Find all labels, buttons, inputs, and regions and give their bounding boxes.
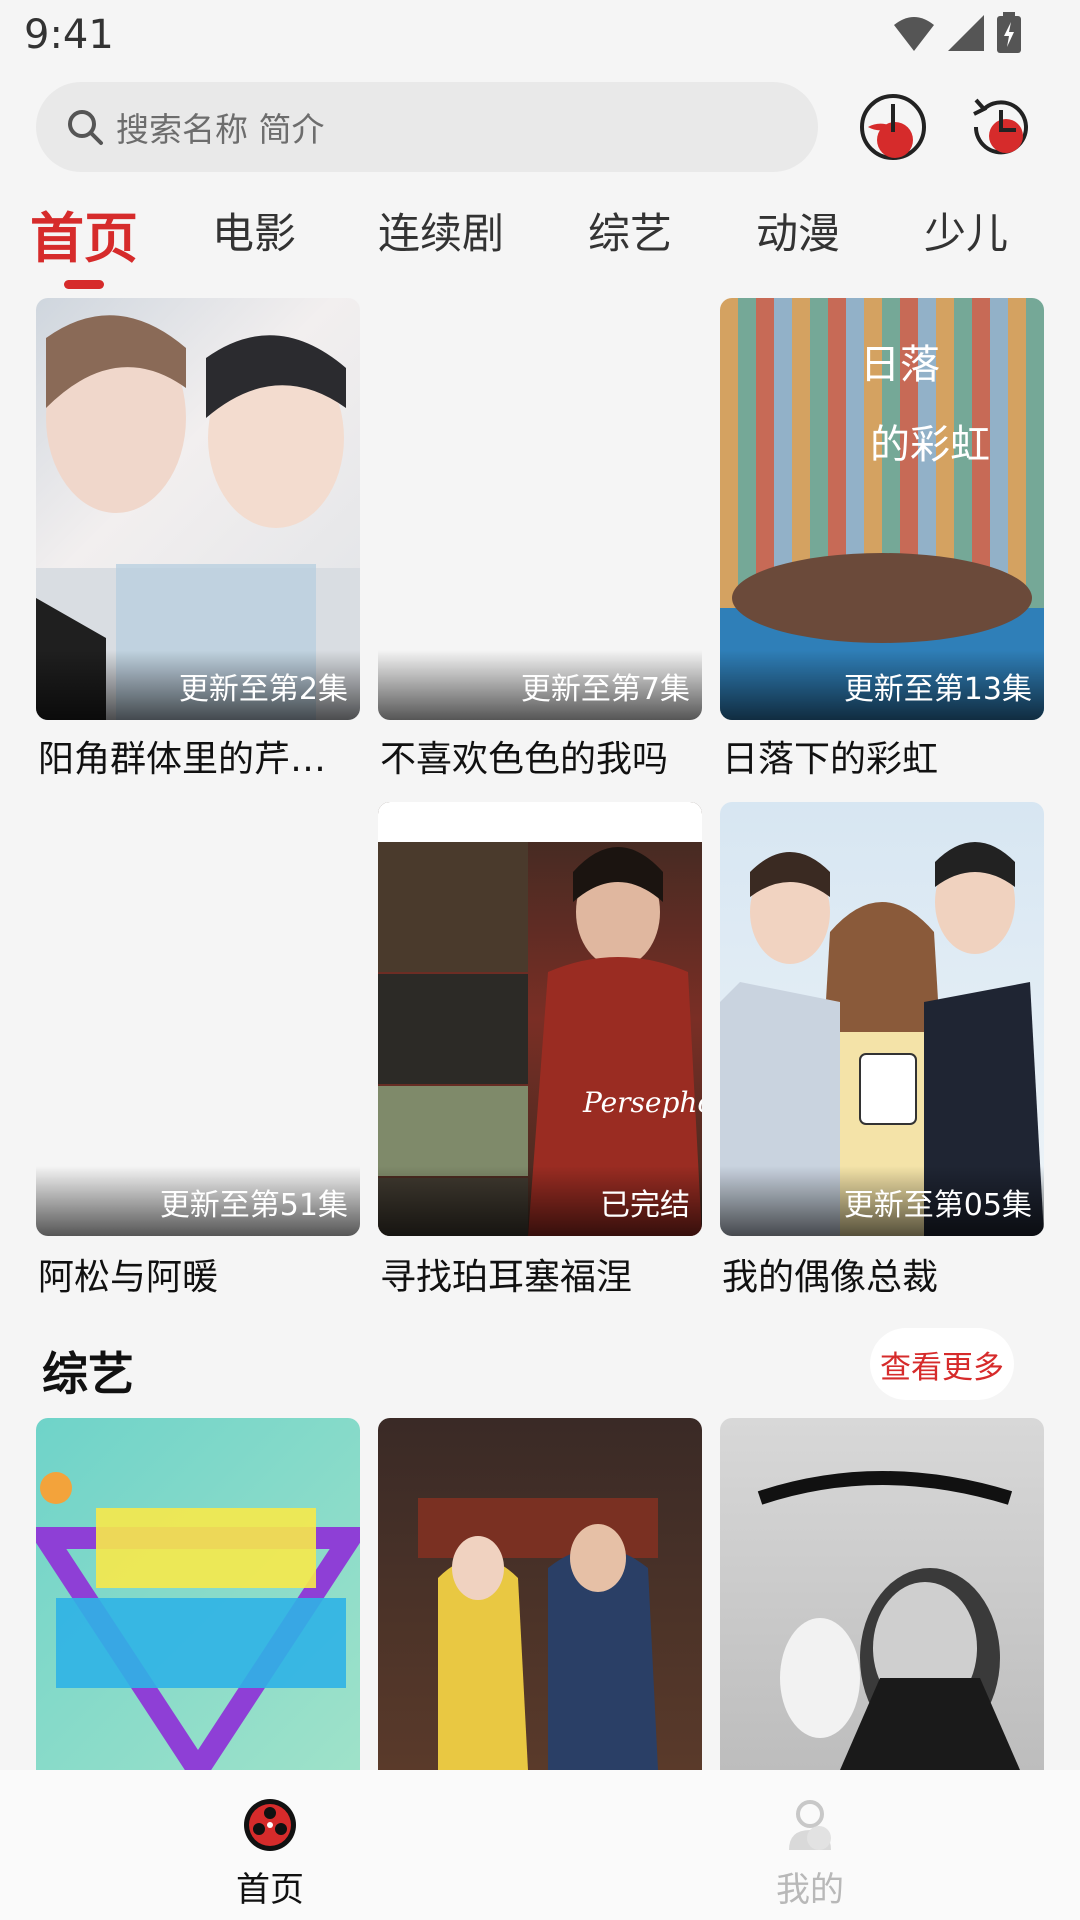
search-input[interactable]: 搜索名称 简介: [36, 82, 818, 172]
history-icon[interactable]: [966, 92, 1036, 162]
variety-poster[interactable]: [720, 1418, 1044, 1770]
variety-poster[interactable]: [378, 1418, 702, 1770]
top-bar: 搜索名称 简介: [0, 82, 1080, 172]
nav-mine[interactable]: 我的: [740, 1796, 880, 1911]
nav-home[interactable]: 首页: [200, 1796, 340, 1911]
svg-text:的彩虹: 的彩虹: [870, 422, 990, 468]
poster-art: [757, 1471, 1020, 1770]
video-title[interactable]: 不喜欢色色的我吗: [380, 730, 704, 782]
variety-poster[interactable]: [36, 1418, 360, 1770]
video-title[interactable]: 日落下的彩虹: [722, 730, 1046, 782]
video-title[interactable]: 寻找珀耳塞福涅: [380, 1248, 704, 1300]
wifi-icon: [894, 17, 934, 51]
status-time: 9:41: [24, 12, 114, 58]
episode-badge: 更新至第51集: [159, 1188, 348, 1223]
bottom-nav: 首页 我的: [0, 1770, 1080, 1920]
nav-home-label: 首页: [236, 1870, 304, 1910]
battery-icon: [997, 12, 1021, 53]
svg-text:Persephone: Persephone: [582, 1086, 702, 1119]
tab-kids[interactable]: 少儿: [924, 200, 1008, 261]
tab-indicator: [64, 280, 104, 289]
poster-image[interactable]: Persephone 已完结: [378, 802, 702, 1236]
tab-anime[interactable]: 动漫: [756, 200, 840, 261]
see-more-button[interactable]: 查看更多: [870, 1328, 1014, 1400]
poster-art: [36, 1472, 360, 1770]
video-title[interactable]: 阿松与阿暖: [38, 1248, 362, 1300]
svg-text:日落: 日落: [860, 342, 940, 388]
episode-badge: 已完结: [600, 1188, 690, 1223]
poster-image[interactable]: 更新至第51集: [36, 802, 360, 1236]
episode-badge: 更新至第2集: [178, 672, 348, 707]
category-tabs: 首页 电影 连续剧 综艺 动漫 少儿: [0, 200, 1080, 290]
film-reel-icon: [244, 1799, 296, 1851]
episode-badge: 更新至第13集: [843, 672, 1032, 707]
search-placeholder: 搜索名称 简介: [116, 110, 325, 149]
poster-art: [418, 1498, 658, 1770]
episode-badge: 更新至第7集: [520, 672, 690, 707]
tab-movies[interactable]: 电影: [212, 200, 296, 261]
tab-home[interactable]: 首页: [30, 194, 138, 273]
tab-variety[interactable]: 综艺: [588, 200, 672, 261]
signal-icon: [948, 15, 984, 51]
download-clock-icon[interactable]: [858, 92, 928, 162]
poster-image[interactable]: 更新至第2集: [36, 298, 360, 720]
video-title[interactable]: 阳角群体里的芹…: [38, 730, 362, 782]
poster-image[interactable]: 日落 的彩虹 更新至第13集: [720, 298, 1044, 720]
search-icon: [68, 110, 103, 145]
status-icons: [892, 12, 1022, 54]
section-title: 综艺: [42, 1347, 134, 1401]
video-title[interactable]: 我的偶像总裁: [722, 1248, 1046, 1300]
poster-image[interactable]: 更新至第05集: [720, 802, 1044, 1236]
nav-mine-label: 我的: [776, 1870, 844, 1910]
user-icon: [789, 1800, 831, 1850]
status-bar: 9:41: [0, 0, 1080, 70]
poster-image[interactable]: 更新至第7集: [378, 298, 702, 720]
tab-series[interactable]: 连续剧: [378, 200, 504, 261]
episode-badge: 更新至第05集: [843, 1188, 1032, 1223]
